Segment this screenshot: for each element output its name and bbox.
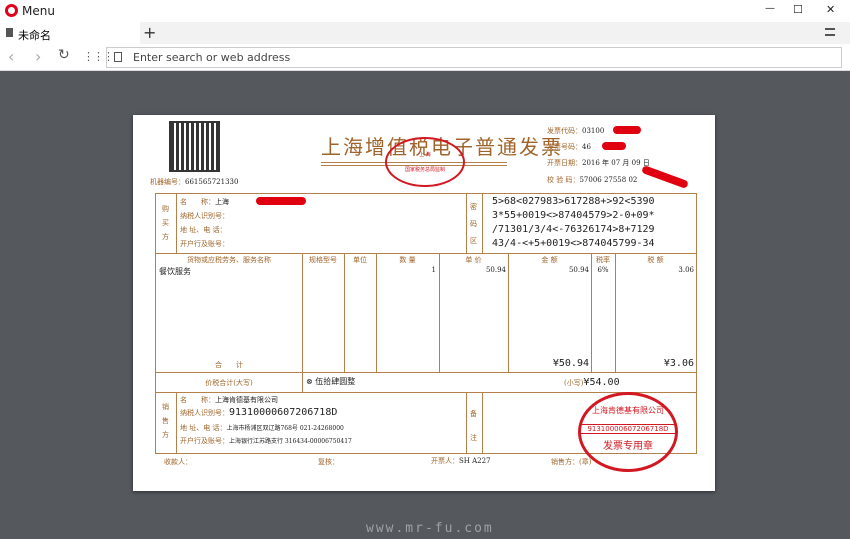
check-code: 校 验 码：57006 27558 02	[547, 176, 638, 184]
page-icon	[114, 52, 122, 62]
grand-total-small: (小写)¥54.00	[564, 377, 620, 388]
opera-logo-icon[interactable]	[5, 4, 18, 17]
seller-address: 地 址、电 话：上海市杨浦区双辽路768号 021-24268000	[180, 424, 344, 432]
buyer-address: 地 址、电 话：	[180, 226, 227, 234]
buyer-tax-id: 纳税人识别号：	[180, 212, 229, 220]
reviewer-label: 复核：	[318, 458, 339, 466]
drawer: 开票人：SH A227	[431, 457, 491, 465]
grand-total-words: ⊗ 伍拾肆圆整	[306, 377, 356, 386]
col-rate: 税率	[596, 256, 610, 264]
redaction	[641, 165, 689, 189]
total-amount: ¥50.94	[552, 358, 589, 369]
minimize-button[interactable]: —	[765, 3, 775, 14]
remark-label: 备注	[470, 410, 477, 442]
menu-button[interactable]: Menu	[22, 4, 55, 18]
redaction	[613, 126, 641, 134]
close-button[interactable]: ✕	[826, 3, 835, 16]
qr-code	[169, 121, 220, 172]
forward-icon[interactable]: ›	[35, 47, 41, 66]
col-unit: 单位	[353, 256, 367, 264]
tax-bureau-seal: 上 海国家税务总局监制	[385, 137, 465, 187]
col-amount: 金 额	[541, 256, 558, 264]
invoice-date: 开票日期：2016 年 07 月 09 日	[547, 159, 650, 167]
title-bar: Menu — ☐ ✕	[0, 0, 850, 22]
page-icon	[6, 28, 13, 37]
grand-total-label: 价税合计(大写)	[205, 379, 253, 387]
back-icon[interactable]: ‹	[8, 47, 14, 66]
col-tax: 税 额	[647, 256, 664, 264]
reload-icon[interactable]: ↻	[58, 47, 70, 63]
col-spec: 规格型号	[309, 256, 337, 264]
new-tab-button[interactable]: +	[143, 23, 156, 42]
invoice-number: 发票号码：46	[547, 143, 591, 151]
watermark: www.mr-fu.com	[366, 521, 494, 536]
redaction	[602, 142, 626, 150]
tab-bar: 未命名 +	[0, 22, 850, 44]
address-input[interactable]: Enter search or web address	[133, 51, 290, 64]
total-label: 合 计	[215, 361, 243, 369]
tab-menu-icon[interactable]	[825, 28, 835, 36]
col-name: 货物或应税劳务、服务名称	[187, 256, 271, 264]
payee-label: 收款人：	[164, 458, 192, 466]
col-qty: 数 量	[399, 256, 416, 264]
col-price: 单 价	[465, 256, 482, 264]
total-tax: ¥3.06	[663, 358, 694, 369]
machine-number: 机器编号：661565721330	[150, 178, 239, 186]
redaction	[256, 197, 306, 205]
company-invoice-stamp: 上海肯德基有限公司 91310000607206718D 发票专用章	[578, 392, 678, 472]
seller-sign-label: 销售方：(章)	[551, 458, 592, 466]
seller-bank: 开户行及账号：上海银行江苏路支行 316434-00006750417	[180, 437, 352, 445]
tab-title: 未命名	[18, 29, 51, 42]
cipher-label: 密码区	[470, 203, 477, 245]
invoice-code: 发票代码：03100	[547, 127, 605, 135]
cross-circle-icon: ⊗	[306, 377, 316, 386]
seller-label: 销售方	[162, 403, 169, 439]
maximize-button[interactable]: ☐	[793, 3, 803, 16]
buyer-bank: 开户行及账号：	[180, 240, 229, 248]
cipher-area: 5>68<027983>617288+>92<5390 3*55+0019<>87…	[492, 196, 655, 249]
address-bar[interactable]: Enter search or web address	[106, 47, 842, 68]
invoice-page: 机器编号：661565721330 上海增值税电子普通发票 上 海国家税务总局监…	[133, 115, 715, 491]
seller-name: 名 称：上海肯德基有限公司	[180, 396, 278, 404]
navigation-bar: ‹ › ↻ ⋮⋮⋮ Enter search or web address	[0, 44, 850, 71]
tab-active[interactable]: 未命名	[0, 22, 140, 44]
seller-tax-id: 纳税人识别号：91310000607206718D	[180, 407, 338, 418]
buyer-label: 购买方	[162, 205, 169, 241]
